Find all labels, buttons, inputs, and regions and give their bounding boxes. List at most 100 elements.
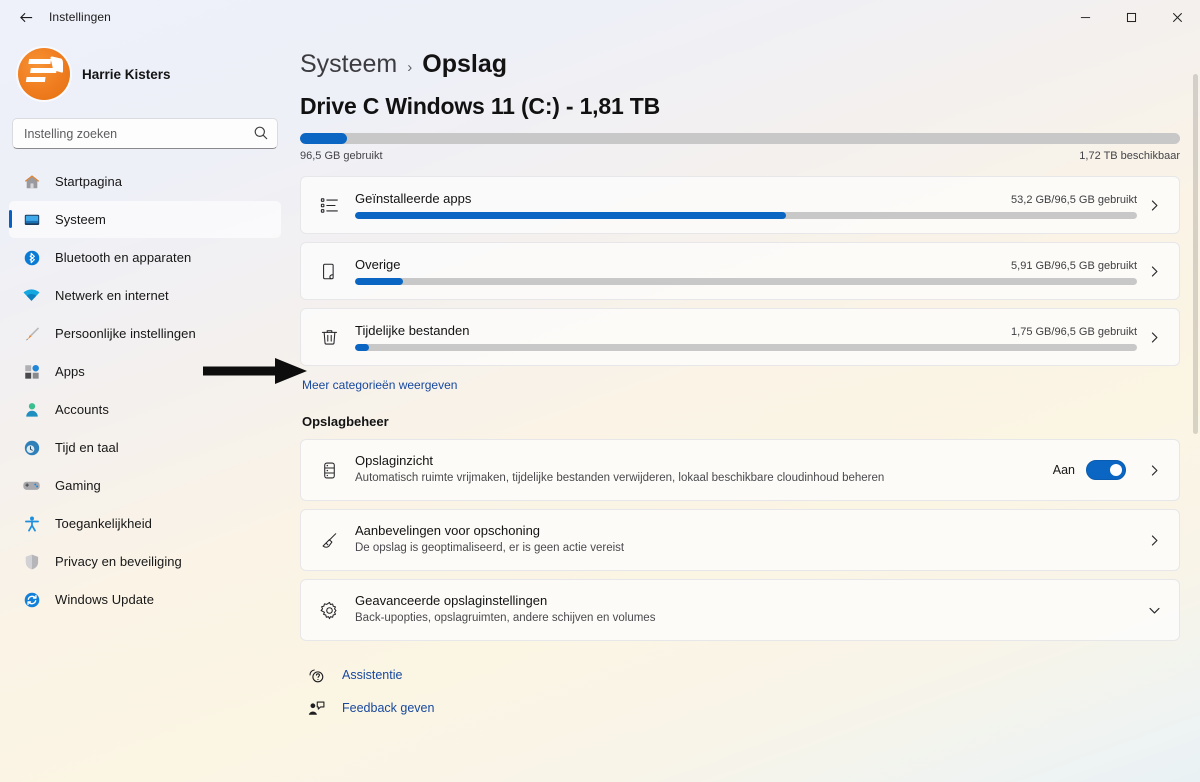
feedback-link-label: Feedback geven — [342, 701, 435, 715]
sidebar-item-startpagina[interactable]: Startpagina — [9, 163, 281, 200]
feedback-link[interactable]: Feedback geven — [306, 698, 434, 718]
setting-title: Opslaginzicht — [355, 453, 434, 469]
title-bar: Instellingen — [0, 0, 1200, 34]
maximize-button[interactable] — [1108, 0, 1154, 34]
main-content: Systeem › Opslag Drive C Windows 11 (C:)… — [290, 34, 1200, 782]
drive-usage-meta: 96,5 GB gebruikt 1,72 TB beschikbaar — [300, 150, 1180, 162]
account-profile[interactable]: Harrie Kisters — [9, 34, 281, 110]
storage-category-card[interactable]: Geïnstalleerde apps 53,2 GB/96,5 GB geb… — [300, 176, 1180, 234]
back-button[interactable] — [8, 2, 44, 32]
help-icon — [306, 665, 326, 685]
apps-icon — [22, 362, 41, 381]
setting-controls — [1137, 534, 1171, 547]
storage-category-usage: 5,91 GB/96,5 GB gebruikt — [1011, 260, 1137, 272]
sidebar-item-label: Accounts — [55, 402, 109, 417]
sidebar-item-windows-update[interactable]: Windows Update — [9, 581, 281, 618]
chevron-right-icon[interactable] — [1137, 464, 1171, 477]
storage-category-body: Overige 5,91 GB/96,5 GB gebruikt — [355, 257, 1137, 285]
storage-category-body: Tijdelijke bestanden 1,75 GB/96,5 GB geb… — [355, 323, 1137, 351]
sidebar-nav: Startpagina Systeem Bluetooth en apparat… — [9, 161, 281, 618]
chevron-right-icon[interactable] — [1137, 265, 1171, 278]
paintbrush-icon — [22, 324, 41, 343]
drive-usage-bar — [300, 133, 1180, 144]
storage-category-name: Tijdelijke bestanden — [355, 323, 470, 338]
storage-category-bar — [355, 212, 1137, 219]
storage-category-body: Geïnstalleerde apps 53,2 GB/96,5 GB geb… — [355, 191, 1137, 219]
storage-management-heading: Opslagbeheer — [302, 414, 389, 429]
chevron-right-icon[interactable] — [1137, 534, 1171, 547]
close-button[interactable] — [1154, 0, 1200, 34]
setting-subtitle: De opslag is geoptimaliseerd, er is geen… — [355, 542, 625, 555]
storage-category-card[interactable]: Overige 5,91 GB/96,5 GB gebruikt — [300, 242, 1180, 300]
chevron-right-icon[interactable] — [1137, 331, 1171, 344]
storage-category-bar — [355, 278, 1137, 285]
folder-page-icon — [317, 259, 341, 283]
breadcrumb-separator: › — [407, 59, 413, 76]
setting-body: Opslaginzicht Automatisch ruimte vrijmak… — [355, 443, 1053, 497]
sidebar-item-accounts[interactable]: Accounts — [9, 391, 281, 428]
sidebar-item-gaming[interactable]: Gaming — [9, 467, 281, 504]
storage-category-card[interactable]: Tijdelijke bestanden 1,75 GB/96,5 GB geb… — [300, 308, 1180, 366]
sidebar-item-label: Persoonlijke instellingen — [55, 326, 196, 341]
sidebar-item-label: Apps — [55, 364, 85, 379]
toggle-knob — [1110, 464, 1122, 476]
sidebar: Harrie Kisters Startpagina — [0, 34, 290, 782]
chevron-right-icon[interactable] — [1137, 199, 1171, 212]
storage-category-bar-fill — [355, 278, 403, 285]
wifi-icon — [22, 286, 41, 305]
breadcrumb-parent[interactable]: Systeem — [300, 50, 397, 79]
sidebar-item-systeem[interactable]: Systeem — [9, 201, 281, 238]
sidebar-item-label: Systeem — [55, 212, 106, 227]
avatar — [18, 48, 70, 100]
back-arrow-icon — [19, 12, 32, 22]
setting-card-storage-sense[interactable]: Opslaginzicht Automatisch ruimte vrijmak… — [300, 439, 1180, 501]
storage-category-name: Overige — [355, 257, 401, 272]
broom-icon — [317, 528, 341, 552]
drive-usage-bar-fill — [300, 133, 347, 144]
sidebar-item-toegankelijkheid[interactable]: Toegankelijkheid — [9, 505, 281, 542]
vertical-scrollbar[interactable] — [1193, 74, 1198, 434]
sidebar-item-tijd-en-taal[interactable]: Tijd en taal — [9, 429, 281, 466]
show-more-categories-link[interactable]: Meer categorieën weergeven — [302, 378, 457, 392]
setting-card-advanced-storage-settings[interactable]: Geavanceerde opslaginstellingen Back-upo… — [300, 579, 1180, 641]
setting-body: Aanbevelingen voor opschoning De opslag … — [355, 513, 1137, 567]
sidebar-item-label: Bluetooth en apparaten — [55, 250, 192, 265]
update-icon — [22, 590, 41, 609]
profile-name: Harrie Kisters — [82, 66, 171, 82]
minimize-icon — [1080, 16, 1090, 18]
storage-category-row: Geïnstalleerde apps 53,2 GB/96,5 GB geb… — [355, 191, 1137, 206]
sidebar-item-label: Startpagina — [55, 174, 123, 189]
monitor-icon — [22, 210, 41, 229]
drive-title: Drive C Windows 11 (C:) - 1,81 TB — [300, 93, 660, 119]
minimize-button[interactable] — [1062, 0, 1108, 34]
list-bullets-icon — [317, 193, 341, 217]
storage-category-usage: 1,75 GB/96,5 GB gebruikt — [1011, 326, 1137, 338]
setting-card-cleanup-recommendations[interactable]: Aanbevelingen voor opschoning De opslag … — [300, 509, 1180, 571]
help-link[interactable]: Assistentie — [306, 665, 402, 685]
sidebar-item-apps[interactable]: Apps — [9, 353, 281, 390]
search-input[interactable] — [12, 118, 278, 149]
window-controls — [1062, 0, 1200, 34]
bluetooth-icon — [22, 248, 41, 267]
chevron-down-icon[interactable] — [1137, 604, 1171, 617]
gamepad-icon — [22, 476, 41, 495]
sidebar-item-bluetooth-en-apparaten[interactable]: Bluetooth en apparaten — [9, 239, 281, 276]
help-link-label: Assistentie — [342, 668, 403, 682]
sidebar-item-persoonlijke-instellingen[interactable]: Persoonlijke instellingen — [9, 315, 281, 352]
footer-links: Assistentie Feedback geven — [300, 665, 1180, 718]
sidebar-item-label: Toegankelijkheid — [55, 516, 152, 531]
sidebar-item-privacy-en-beveiliging[interactable]: Privacy en beveiliging — [9, 543, 281, 580]
setting-controls — [1137, 604, 1171, 617]
setting-subtitle: Automatisch ruimte vrijmaken, tijdelijke… — [355, 472, 885, 485]
clock-globe-icon — [22, 438, 41, 457]
sidebar-item-label: Windows Update — [55, 592, 154, 607]
sidebar-item-netwerk-en-internet[interactable]: Netwerk en internet — [9, 277, 281, 314]
storage-category-bar-fill — [355, 344, 370, 351]
drive-used-label: 96,5 GB gebruikt — [300, 150, 383, 162]
setting-controls: Aan — [1053, 460, 1171, 480]
toggle-state-label: Aan — [1052, 463, 1075, 477]
setting-title: Aanbevelingen voor opschoning — [355, 523, 541, 539]
setting-title: Geavanceerde opslaginstellingen — [355, 593, 548, 609]
storage-sense-toggle[interactable] — [1086, 460, 1126, 480]
app-shell: Harrie Kisters Startpagina — [0, 34, 1200, 782]
